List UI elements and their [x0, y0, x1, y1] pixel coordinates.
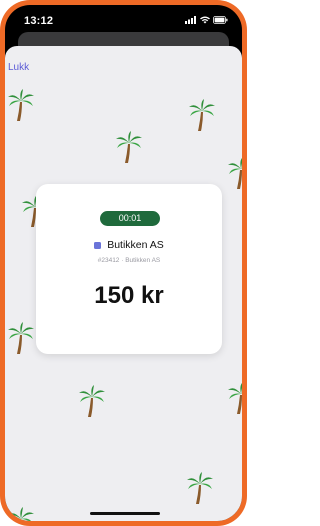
payment-reference: #23412 · Butikken AS	[97, 257, 161, 264]
screen: 13:12 Lukk 00:01 Butikken AS #23412 · Bu…	[5, 5, 242, 521]
home-indicator[interactable]	[90, 512, 160, 515]
palm-tree-icon	[7, 88, 35, 122]
palm-tree-icon	[186, 471, 214, 505]
payment-card: 00:01 Butikken AS #23412 · Butikken AS 1…	[36, 184, 222, 354]
status-icons	[185, 16, 228, 24]
timer-badge: 00:01	[100, 211, 160, 226]
signal-icon	[185, 16, 196, 24]
palm-tree-icon	[7, 506, 35, 521]
merchant-name: Butikken AS	[107, 239, 164, 251]
palm-tree-icon	[78, 384, 106, 418]
wifi-icon	[200, 16, 210, 24]
merchant-row: Butikken AS	[36, 239, 222, 251]
palm-tree-icon	[7, 321, 35, 355]
payment-amount: 150 kr	[94, 282, 164, 309]
battery-icon	[213, 16, 228, 24]
palm-tree-icon	[227, 156, 242, 190]
merchant-icon	[94, 241, 102, 249]
phone-frame: 13:12 Lukk 00:01 Butikken AS #23412 · Bu…	[0, 0, 247, 526]
palm-tree-icon	[115, 130, 143, 164]
palm-tree-icon	[188, 98, 216, 132]
payment-sheet: Lukk 00:01 Butikken AS #23412 · Butikken…	[5, 46, 242, 521]
close-button[interactable]: Lukk	[8, 62, 29, 73]
status-time: 13:12	[24, 15, 54, 27]
palm-tree-icon	[227, 381, 242, 415]
